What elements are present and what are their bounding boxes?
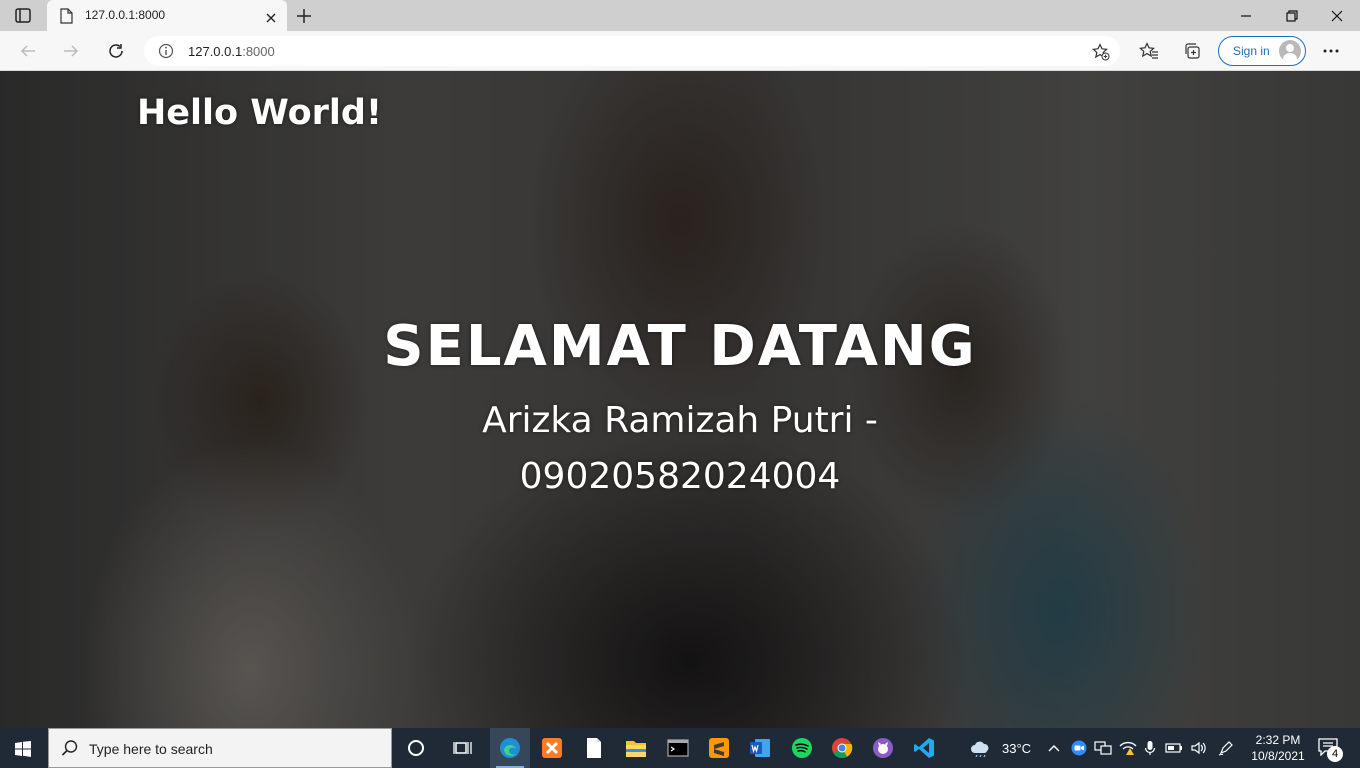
zoom-icon[interactable]	[1071, 740, 1087, 760]
close-window-icon[interactable]	[1330, 8, 1344, 27]
weather-cloud-icon[interactable]	[970, 739, 992, 761]
browser-toolbar: 127.0.0.1:8000 Sign in	[0, 31, 1360, 71]
notification-count-badge: 4	[1327, 746, 1343, 762]
volume-icon[interactable]	[1190, 740, 1208, 760]
url-host: 127.0.0.1	[188, 44, 243, 59]
collections-icon[interactable]	[1183, 42, 1201, 64]
sign-in-button[interactable]: Sign in	[1218, 36, 1306, 66]
refresh-icon[interactable]	[107, 42, 125, 64]
url-port: :8000	[242, 44, 275, 59]
site-info-icon[interactable]	[158, 43, 174, 63]
new-tab-icon[interactable]	[295, 7, 313, 29]
weather-temperature[interactable]: 33°C	[1002, 741, 1031, 756]
more-options-icon[interactable]	[1322, 42, 1340, 64]
wifi-warning-icon[interactable]	[1119, 740, 1137, 760]
search-icon	[61, 739, 79, 761]
restore-icon[interactable]	[1285, 8, 1299, 27]
forward-icon[interactable]	[62, 42, 80, 64]
edge-icon[interactable]	[490, 728, 530, 768]
terminal-icon[interactable]	[658, 728, 698, 768]
tab-actions-icon[interactable]	[10, 7, 36, 25]
browser-tab[interactable]: 127.0.0.1:8000	[47, 0, 287, 31]
student-subtitle: Arizka Ramizah Putri - 09020582024004	[482, 400, 878, 497]
github-desktop-icon[interactable]	[863, 728, 903, 768]
task-view-icon[interactable]	[443, 728, 483, 768]
taskbar-search[interactable]: Type here to search	[48, 728, 392, 768]
add-favorite-icon[interactable]	[1092, 43, 1110, 65]
spotify-icon[interactable]	[782, 728, 822, 768]
page-icon	[59, 8, 73, 28]
tab-title: 127.0.0.1:8000	[85, 8, 166, 22]
taskbar: Type here to search 33°C 2:32 PM 10/8/20…	[0, 728, 1360, 768]
cortana-icon[interactable]	[396, 728, 436, 768]
windows-start-icon[interactable]	[14, 740, 32, 762]
vscode-icon[interactable]	[904, 728, 944, 768]
welcome-heading: SELAMAT DATANG	[383, 314, 977, 379]
chevron-up-icon[interactable]	[1047, 740, 1061, 759]
pen-icon[interactable]	[1218, 740, 1234, 760]
system-clock[interactable]: 2:32 PM 10/8/2021	[1244, 732, 1312, 764]
favorites-icon[interactable]	[1139, 42, 1159, 64]
xampp-icon[interactable]	[532, 728, 572, 768]
page-viewport: Hello World! SELAMAT DATANG Arizka Ramiz…	[0, 71, 1360, 728]
battery-icon[interactable]	[1165, 740, 1183, 760]
microphone-icon[interactable]	[1144, 740, 1156, 760]
close-tab-icon[interactable]	[265, 9, 277, 28]
minimize-icon[interactable]	[1239, 8, 1253, 27]
profile-avatar-icon	[1279, 40, 1301, 62]
back-icon[interactable]	[19, 42, 37, 64]
chrome-icon[interactable]	[822, 728, 862, 768]
address-bar[interactable]: 127.0.0.1:8000	[144, 36, 1120, 66]
word-icon[interactable]	[740, 728, 780, 768]
hello-heading: Hello World!	[137, 93, 382, 133]
tab-strip: 127.0.0.1:8000	[0, 0, 1360, 31]
clock-date: 10/8/2021	[1251, 749, 1305, 763]
sublime-text-icon[interactable]	[699, 728, 739, 768]
url-text: 127.0.0.1:8000	[188, 44, 275, 59]
search-placeholder: Type here to search	[89, 741, 213, 757]
clock-time: 2:32 PM	[1255, 733, 1301, 747]
file-icon[interactable]	[574, 728, 614, 768]
sign-in-label: Sign in	[1233, 44, 1270, 58]
file-explorer-icon[interactable]	[616, 728, 656, 768]
network-icon[interactable]	[1094, 740, 1112, 760]
